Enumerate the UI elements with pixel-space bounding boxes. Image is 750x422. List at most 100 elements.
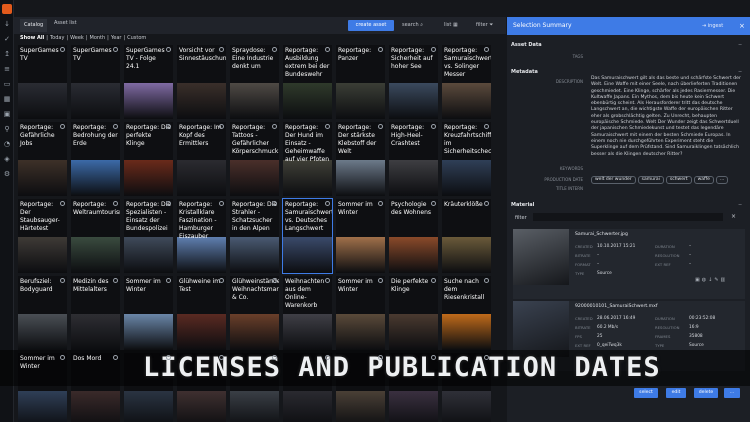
asset-tile[interactable]: Spraydose: Eine Industrie denkt um	[230, 45, 279, 119]
select-checkbox[interactable]	[166, 47, 171, 52]
calendar-icon[interactable]: ▦	[3, 95, 11, 103]
select-checkbox[interactable]	[113, 278, 118, 283]
asset-tile[interactable]: Berufsziel: Bodyguard	[18, 276, 67, 350]
pin-icon[interactable]: ⚲	[3, 125, 11, 133]
select-checkbox[interactable]	[166, 278, 171, 283]
select-checkbox[interactable]	[431, 201, 436, 206]
select-checkbox[interactable]	[484, 124, 489, 129]
material-actions[interactable]: ▣◍↓✎▥	[695, 277, 727, 283]
asset-tile[interactable]: Kräuterklöße	[442, 199, 491, 273]
select-button[interactable]: select	[634, 388, 658, 398]
select-checkbox[interactable]	[325, 278, 330, 283]
select-checkbox[interactable]	[378, 355, 383, 360]
asset-tile[interactable]: Reportage: Weltraumtourismus	[71, 199, 120, 273]
select-checkbox[interactable]	[166, 124, 171, 129]
keyword-chip[interactable]: welt der wunder	[591, 176, 636, 184]
select-checkbox[interactable]	[113, 124, 118, 129]
asset-tile[interactable]: Reportage: Sicherheit auf hoher See	[389, 45, 438, 119]
asset-tile[interactable]: Reportage: Der Hund im Einsatz - Geheimw…	[283, 122, 332, 196]
select-checkbox[interactable]	[325, 47, 330, 52]
select-checkbox[interactable]	[219, 47, 224, 52]
select-checkbox[interactable]	[272, 201, 277, 206]
select-checkbox[interactable]	[325, 355, 330, 360]
asset-tile[interactable]: SuperGames TV	[71, 45, 120, 119]
date-filter-option[interactable]: Month	[90, 35, 106, 41]
asset-tile[interactable]: Reportage: Die Spezialisten - Einsatz de…	[124, 199, 173, 273]
select-checkbox[interactable]	[166, 201, 171, 206]
select-checkbox[interactable]	[431, 124, 436, 129]
asset-tile[interactable]: Weihnachten aus dem Online-Warenkorb	[283, 276, 332, 350]
edit-button[interactable]: edit	[666, 388, 686, 398]
collapse-icon[interactable]: −	[738, 202, 742, 208]
asset-tile[interactable]: Sommer im Winter	[124, 276, 173, 350]
select-checkbox[interactable]	[431, 278, 436, 283]
asset-tile[interactable]: Reportage: High-Heel-Crashtest	[389, 122, 438, 196]
asset-tile[interactable]: Reportage: Bedrohung der Erde	[71, 122, 120, 196]
select-checkbox[interactable]	[325, 201, 330, 206]
asset-tile[interactable]: Die perfekte Klinge	[389, 276, 438, 350]
keyword-chip[interactable]: ...	[715, 176, 729, 184]
asset-tile[interactable]: Sommer im Winter	[18, 353, 67, 422]
asset-tile[interactable]: Suche nach dem Riesenkristall	[442, 276, 491, 350]
asset-tile[interactable]: SuperGames TV	[18, 45, 67, 119]
folder-icon[interactable]: ▭	[3, 80, 11, 88]
bell-icon[interactable]: ◔	[3, 140, 11, 148]
collapse-icon[interactable]: −	[738, 69, 742, 75]
select-checkbox[interactable]	[272, 355, 277, 360]
select-checkbox[interactable]	[272, 124, 277, 129]
tab-catalog[interactable]: Catalog	[20, 19, 48, 32]
material-filter-input[interactable]	[533, 213, 723, 221]
asset-tile[interactable]: Reportage: Die Strahler - Schatzsucher i…	[230, 199, 279, 273]
select-checkbox[interactable]	[378, 124, 383, 129]
upload-icon[interactable]: ↥	[3, 50, 11, 58]
select-checkbox[interactable]	[378, 278, 383, 283]
collapse-icon[interactable]: −	[738, 42, 742, 48]
date-filter-option[interactable]: Week	[70, 35, 84, 41]
select-checkbox[interactable]	[219, 124, 224, 129]
asset-tile[interactable]: Medizin des Mittelalters	[71, 276, 120, 350]
select-checkbox[interactable]	[60, 278, 65, 283]
select-checkbox[interactable]	[113, 201, 118, 206]
select-checkbox[interactable]	[60, 355, 65, 360]
date-filter-option[interactable]: Year	[111, 35, 122, 41]
select-checkbox[interactable]	[60, 47, 65, 52]
tab-asset-list[interactable]: Asset list	[50, 19, 81, 32]
download-icon[interactable]: ↓	[3, 20, 11, 28]
date-filter-option[interactable]: Today	[50, 35, 64, 41]
date-filter-option[interactable]: Custom	[127, 35, 146, 41]
ingest-button[interactable]: ⇥ ingest	[702, 17, 723, 35]
image-icon[interactable]: ▣	[695, 277, 702, 283]
asset-tile[interactable]: Reportage: Der stärkste Klebstoff der We…	[336, 122, 385, 196]
select-checkbox[interactable]	[484, 201, 489, 206]
date-filter-option[interactable]: Show All	[20, 35, 44, 41]
select-checkbox[interactable]	[431, 47, 436, 52]
asset-tile[interactable]: Reportage: Kristallklare Faszination - H…	[177, 199, 226, 273]
asset-tile[interactable]: SuperGames TV - Folge 24.1	[124, 45, 173, 119]
filter-button[interactable]: filter ⏷	[476, 20, 493, 31]
asset-tile[interactable]: Reportage: Kreuzfahrtschiffe im Sicherhe…	[442, 122, 491, 196]
asset-tile[interactable]: Psychologie des Wohnens	[389, 199, 438, 273]
select-checkbox[interactable]	[219, 355, 224, 360]
asset-tile[interactable]: Reportage: Samuraischwert vs. Deutsches …	[282, 198, 333, 274]
select-checkbox[interactable]	[272, 47, 277, 52]
select-checkbox[interactable]	[219, 278, 224, 283]
select-checkbox[interactable]	[60, 124, 65, 129]
asset-tile[interactable]: Reportage: Im Kopf des Ermittlers	[177, 122, 226, 196]
delete-button[interactable]: delete	[694, 388, 718, 398]
select-checkbox[interactable]	[166, 355, 171, 360]
asset-tile[interactable]: Sommer im Winter	[336, 199, 385, 273]
create-asset-button[interactable]: create asset	[348, 20, 394, 31]
keyword-chip[interactable]: schwert	[665, 176, 692, 184]
select-checkbox[interactable]	[431, 355, 436, 360]
asset-tile[interactable]: Glühweine im Test	[177, 276, 226, 350]
monitor-icon[interactable]: ▣	[3, 110, 11, 118]
clear-filter-icon[interactable]: ×	[731, 213, 736, 220]
material-item[interactable]: Samurai_Schwerter.jpg CREATED 10.10.2017…	[513, 229, 745, 299]
select-checkbox[interactable]	[484, 47, 489, 52]
select-checkbox[interactable]	[113, 355, 118, 360]
asset-tile[interactable]: Reportage: Die perfekte Klinge	[124, 122, 173, 196]
trash-icon[interactable]: ▥	[721, 277, 728, 283]
tag-icon[interactable]: ◈	[3, 155, 11, 163]
keyword-chip[interactable]: samurai	[637, 176, 664, 184]
list-view-button[interactable]: list ▦	[444, 20, 458, 31]
